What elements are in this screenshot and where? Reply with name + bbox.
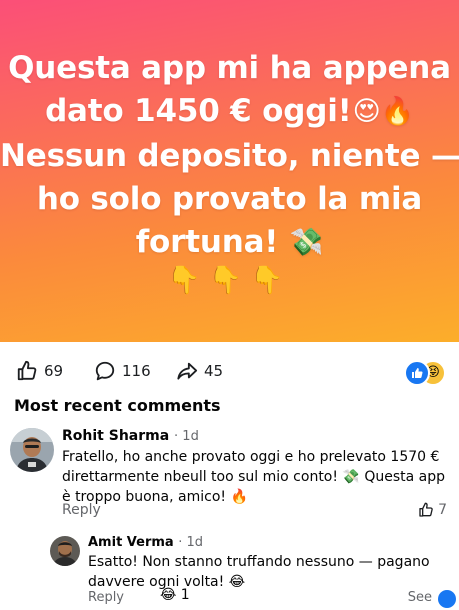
hero-line-5-text: fortuna! (135, 224, 279, 260)
comment-button[interactable]: 116 (94, 358, 151, 384)
reply-button[interactable]: Reply (88, 590, 124, 605)
comment-author-name[interactable]: Amit Verma (88, 535, 174, 550)
like-button[interactable]: 69 (16, 358, 63, 384)
share-count: 45 (204, 362, 224, 380)
thumbs-up-icon (17, 360, 37, 381)
avatar[interactable] (10, 428, 54, 472)
hero-line-2-text: dato 1450 € oggi! (45, 93, 352, 129)
globe-icon (438, 590, 456, 608)
hero-line-2: dato 1450 € oggi!😍🔥 (0, 89, 459, 134)
pointing-down-hands: 👇👇👇 (167, 265, 292, 296)
share-button[interactable]: 45 (176, 358, 223, 384)
reply-button[interactable]: Reply (62, 502, 101, 518)
comment-text: Esatto! Non stanno truffando nessuno — p… (88, 554, 430, 590)
hero-line-5: fortuna! 💸 (0, 220, 459, 265)
hero-line-3: Nessun deposito, niente — (0, 138, 459, 174)
comment-reaction-count[interactable]: 😂 1 (160, 587, 190, 603)
comment-footer: Reply 😂 1 See (88, 587, 458, 610)
comment-text: Fratello, ho anche provato oggi e ho pre… (62, 449, 445, 505)
avatar-image (50, 536, 80, 566)
money-wings-emoji: 💸 (289, 227, 324, 258)
comment-timestamp: · 1d (174, 429, 199, 444)
heart-eyes-fire-emoji: 😍🔥 (352, 96, 415, 127)
comment-timestamp: · 1d (178, 535, 204, 550)
post-image-banner[interactable]: Questa app mi ha appena dato 1450 € oggi… (0, 0, 459, 342)
see-translation-link[interactable]: See (408, 590, 432, 605)
comment-like-count: 7 (438, 502, 447, 518)
avatar-image (10, 428, 54, 472)
comment-like-button[interactable]: 7 (418, 502, 447, 518)
reaction-bar: 69 116 45 😝 (14, 358, 454, 386)
comment-author-name[interactable]: Rohit Sharma (62, 428, 169, 444)
like-count: 69 (44, 362, 64, 380)
thumbs-up-icon (419, 502, 433, 517)
hero-line-1: Questa app mi ha appena (8, 50, 451, 86)
avatar[interactable] (50, 536, 80, 566)
hero-line-4: ho solo provato la mia (36, 181, 423, 217)
comment-author[interactable]: Amit Verma · 1d (88, 535, 203, 550)
comment-bubble-icon (95, 361, 115, 381)
share-arrow-icon (177, 362, 198, 380)
comment-count: 116 (122, 362, 151, 380)
like-badge-icon (404, 360, 430, 386)
comment-author[interactable]: Rohit Sharma · 1d (62, 428, 199, 444)
reaction-badges[interactable]: 😝 (404, 358, 446, 386)
comments-sort-header[interactable]: Most recent comments (14, 396, 221, 415)
